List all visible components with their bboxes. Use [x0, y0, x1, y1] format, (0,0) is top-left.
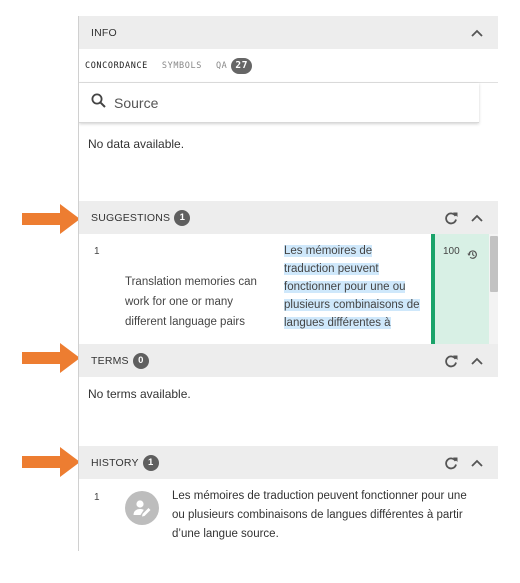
chevron-up-icon[interactable]: [469, 25, 485, 41]
tab-qa-label: QA: [215, 60, 228, 71]
refresh-icon[interactable]: [443, 353, 459, 369]
suggestion-index: 1: [94, 246, 100, 257]
suggestion-source-text: Translation memories can work for one or…: [125, 276, 257, 328]
suggestion-target-text[interactable]: Les mémoires de traduction peuvent fonct…: [284, 242, 424, 332]
suggestion-target-highlight: Les mémoires de traduction peuvent fonct…: [284, 245, 420, 329]
suggestion-scrollbar[interactable]: [489, 234, 498, 345]
terms-empty-text: No terms available.: [88, 387, 191, 401]
qa-count-badge: 27: [231, 57, 253, 74]
annotation-arrow-history: [22, 447, 80, 477]
source-search-box[interactable]: [79, 83, 479, 123]
terms-count-badge: 0: [132, 352, 149, 369]
chevron-up-icon[interactable]: [469, 455, 485, 471]
terms-title: TERMS: [91, 354, 129, 367]
tab-symbols[interactable]: SYMBOLS: [162, 49, 202, 82]
history-row[interactable]: 1 Les mémoires de traduction peuvent fon…: [79, 484, 498, 551]
chevron-up-icon[interactable]: [469, 353, 485, 369]
annotation-arrow-suggestions: [22, 204, 80, 234]
suggestions-header[interactable]: SUGGESTIONS 1: [79, 201, 498, 234]
info-header[interactable]: INFO: [79, 16, 498, 49]
history-title: HISTORY: [91, 456, 139, 469]
refresh-icon[interactable]: [443, 210, 459, 226]
refresh-icon[interactable]: [443, 455, 459, 471]
scrollbar-thumb[interactable]: [490, 236, 498, 292]
match-score-column: 100: [431, 234, 489, 345]
search-icon: [91, 93, 106, 113]
suggestions-count-badge: 1: [174, 209, 191, 226]
tab-concordance[interactable]: CONCORDANCE: [85, 49, 148, 82]
terms-header[interactable]: TERMS 0: [79, 344, 498, 377]
info-tabs: CONCORDANCE SYMBOLS QA 27: [79, 49, 498, 83]
chevron-up-icon[interactable]: [469, 210, 485, 226]
info-title: INFO: [91, 26, 117, 39]
match-percentage: 100: [443, 246, 460, 257]
history-text: Les mémoires de traduction peuvent fonct…: [172, 490, 467, 540]
annotation-arrow-terms: [22, 343, 80, 373]
user-edit-avatar-icon: [125, 491, 159, 525]
suggestion-row[interactable]: 1 Translation memories can work for one …: [79, 234, 498, 345]
tab-qa[interactable]: QA 27: [215, 49, 253, 82]
history-count-badge: 1: [142, 454, 159, 471]
source-search-input[interactable]: [114, 94, 454, 111]
side-panel: INFO CONCORDANCE SYMBOLS QA 27 No data a…: [78, 16, 498, 551]
history-index: 1: [94, 492, 100, 503]
info-empty-text: No data available.: [88, 137, 185, 151]
history-clock-icon[interactable]: [467, 247, 478, 265]
history-header[interactable]: HISTORY 1: [79, 446, 498, 479]
suggestions-title: SUGGESTIONS: [91, 211, 171, 224]
